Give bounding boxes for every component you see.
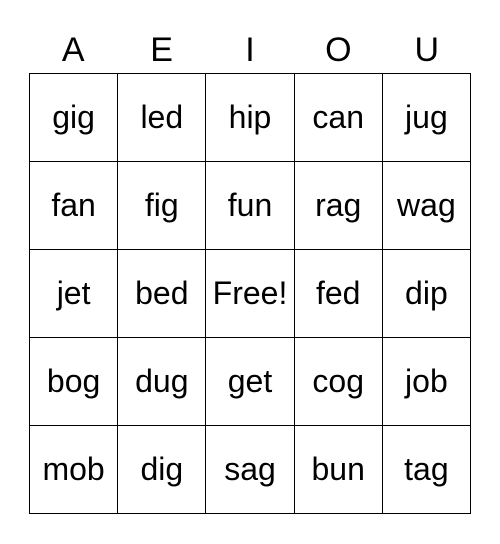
bingo-grid: gig led hip can jug fan fig fun rag wag jet bed Free… (29, 73, 471, 514)
bingo-cell[interactable]: bed (118, 250, 207, 338)
bingo-cell[interactable]: dig (118, 426, 207, 514)
header-letter: E (150, 31, 173, 69)
bingo-cell[interactable]: led (118, 74, 207, 162)
bingo-cell[interactable]: can (294, 74, 383, 162)
bingo-cell[interactable]: sag (206, 426, 295, 514)
bingo-cell[interactable]: get (206, 338, 295, 426)
bingo-cell[interactable]: wag (382, 162, 471, 250)
bingo-cell[interactable]: dug (118, 338, 207, 426)
bingo-cell[interactable]: jet (30, 250, 119, 338)
header-letter: O (325, 31, 352, 69)
bingo-cell[interactable]: tag (382, 426, 471, 514)
bingo-cell[interactable]: fan (30, 162, 119, 250)
header-letter: A (61, 31, 85, 69)
bingo-cell[interactable]: fun (206, 162, 295, 250)
bingo-cell[interactable]: bun (294, 426, 383, 514)
bingo-cell[interactable]: hip (206, 74, 295, 162)
bingo-cell[interactable]: fed (294, 250, 383, 338)
bingo-header: A E I O U (29, 28, 471, 72)
bingo-cell[interactable]: dip (382, 250, 471, 338)
bingo-cell[interactable]: Free! (206, 250, 295, 338)
bingo-cell[interactable]: jug (382, 74, 471, 162)
bingo-cell[interactable]: fig (118, 162, 207, 250)
header-letter: U (414, 31, 440, 69)
header-letter: I (245, 31, 255, 69)
bingo-cell[interactable]: cog (294, 338, 383, 426)
bingo-cell[interactable]: mob (30, 426, 119, 514)
bingo-cell[interactable]: bog (30, 338, 119, 426)
bingo-cell[interactable]: rag (294, 162, 383, 250)
bingo-cell[interactable]: gig (30, 74, 119, 162)
bingo-cell[interactable]: job (382, 338, 471, 426)
